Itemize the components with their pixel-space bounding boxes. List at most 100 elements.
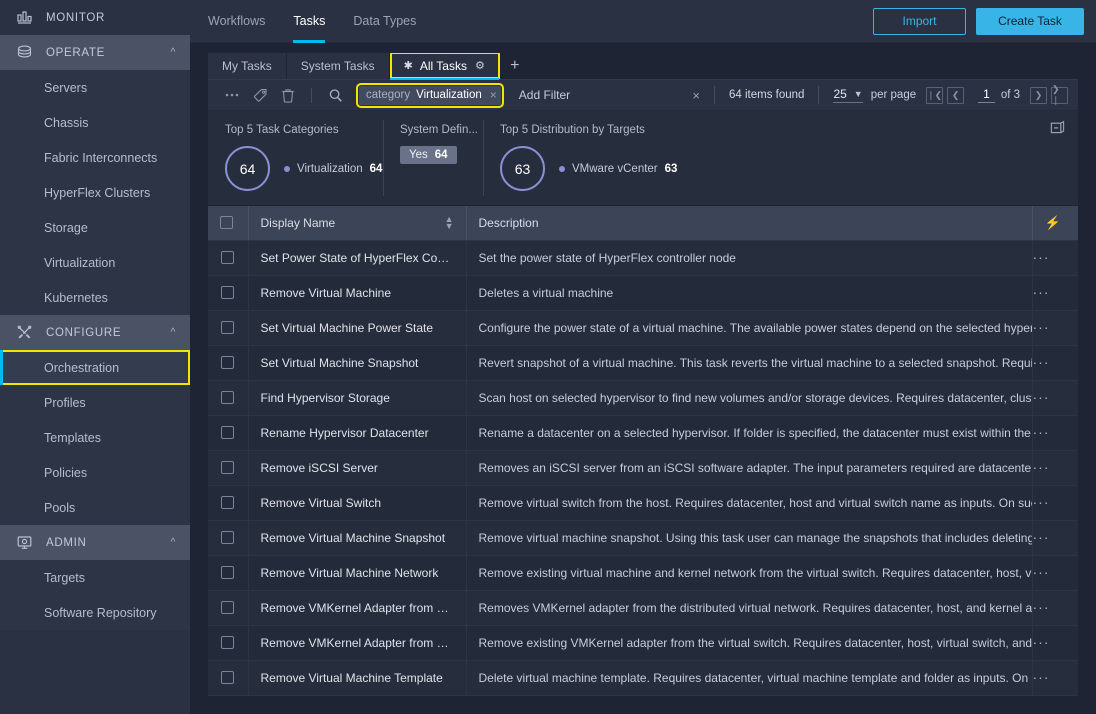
- row-checkbox[interactable]: [221, 461, 234, 474]
- row-checkbox[interactable]: [221, 356, 234, 369]
- table-row[interactable]: Remove Virtual Machine Snapshot Remove v…: [208, 520, 1078, 556]
- row-checkbox[interactable]: [221, 636, 234, 649]
- view-tab-all-tasks[interactable]: ✱ All Tasks ⚙: [389, 53, 500, 80]
- monitor-gear-icon: [14, 533, 34, 553]
- row-checkbox[interactable]: [221, 496, 234, 509]
- sidebar-item-profiles[interactable]: Profiles: [0, 385, 190, 420]
- view-tab-system-tasks[interactable]: System Tasks: [286, 53, 390, 79]
- import-button[interactable]: Import: [873, 7, 966, 35]
- prev-page-button[interactable]: ❮: [947, 86, 965, 104]
- sidebar-group-operate[interactable]: OPERATE ^: [0, 35, 190, 70]
- tab-workflows[interactable]: Workflows: [208, 0, 279, 43]
- sidebar-group-configure[interactable]: CONFIGURE ^: [0, 315, 190, 350]
- gear-icon[interactable]: ⚙: [475, 59, 485, 72]
- toolbar-divider-3: [818, 86, 820, 104]
- row-checkbox[interactable]: [221, 321, 234, 334]
- row-checkbox[interactable]: [221, 566, 234, 579]
- tag-icon[interactable]: [246, 80, 274, 111]
- table-row[interactable]: Remove Virtual Machine Template Delete v…: [208, 660, 1078, 696]
- sidebar-item-orchestration[interactable]: Orchestration: [0, 350, 190, 385]
- row-actions-button[interactable]: ···: [1033, 529, 1050, 545]
- sidebar-item-chassis[interactable]: Chassis: [0, 105, 190, 140]
- row-actions-button[interactable]: ···: [1033, 354, 1050, 370]
- table-toolbar: category Virtualization × Add Filter × 6…: [208, 80, 1078, 111]
- view-tab-my-tasks[interactable]: My Tasks: [208, 53, 287, 79]
- sidebar-item-storage[interactable]: Storage: [0, 210, 190, 245]
- row-checkbox[interactable]: [221, 426, 234, 439]
- create-task-button[interactable]: Create Task: [976, 7, 1084, 35]
- sidebar-item-label: Kubernetes: [44, 290, 108, 305]
- search-icon[interactable]: [321, 80, 349, 111]
- row-checkbox[interactable]: [221, 391, 234, 404]
- row-actions-cell: ···: [1031, 450, 1078, 486]
- row-actions-button[interactable]: ···: [1033, 564, 1050, 580]
- more-options-icon[interactable]: [218, 80, 246, 111]
- sidebar-item-label: Policies: [44, 465, 88, 480]
- row-actions-button[interactable]: ···: [1033, 424, 1050, 440]
- table-row[interactable]: Remove iSCSI Server Removes an iSCSI ser…: [208, 450, 1078, 486]
- current-page-input[interactable]: 1: [978, 87, 995, 103]
- table-row[interactable]: Rename Hypervisor Datacenter Rename a da…: [208, 415, 1078, 451]
- sidebar-item-virtualization[interactable]: Virtualization: [0, 245, 190, 280]
- next-page-button[interactable]: ❯: [1030, 86, 1047, 104]
- column-header-display-name[interactable]: Display Name ▲ ▼: [248, 206, 467, 241]
- first-page-button[interactable]: ❘❮: [926, 86, 944, 104]
- sidebar-item-servers[interactable]: Servers: [0, 70, 190, 105]
- row-checkbox[interactable]: [221, 286, 234, 299]
- select-all-checkbox[interactable]: [220, 216, 233, 230]
- sidebar-item-software-repository[interactable]: Software Repository: [0, 595, 190, 630]
- tab-data-types[interactable]: Data Types: [339, 0, 430, 43]
- filter-chip-remove-icon[interactable]: ×: [490, 88, 497, 102]
- row-actions-button[interactable]: ···: [1033, 249, 1050, 265]
- table-row[interactable]: Set Power State of HyperFlex Controller …: [208, 240, 1078, 276]
- trash-icon[interactable]: [274, 80, 302, 111]
- sidebar-item-targets[interactable]: Targets: [0, 560, 190, 595]
- filter-chip-value: Virtualization: [416, 89, 482, 101]
- table-row[interactable]: Remove Virtual Switch Remove virtual swi…: [208, 485, 1078, 521]
- row-checkbox[interactable]: [221, 251, 234, 264]
- row-checkbox[interactable]: [221, 531, 234, 544]
- sidebar-item-fabric-interconnects[interactable]: Fabric Interconnects: [0, 140, 190, 175]
- table-row[interactable]: Set Virtual Machine Snapshot Revert snap…: [208, 345, 1078, 381]
- page-size-select[interactable]: 25 ▼: [833, 87, 863, 103]
- sidebar-group-monitor[interactable]: MONITOR: [0, 0, 190, 35]
- row-select-cell: [208, 625, 249, 661]
- row-actions-button[interactable]: ···: [1033, 599, 1050, 615]
- row-actions-button[interactable]: ···: [1033, 284, 1050, 300]
- sidebar-item-label: Virtualization: [44, 255, 116, 270]
- sort-icon[interactable]: ▲ ▼: [445, 214, 454, 230]
- table-row[interactable]: Find Hypervisor Storage Scan host on sel…: [208, 380, 1078, 416]
- collapse-panel-icon[interactable]: [1050, 120, 1065, 135]
- row-checkbox[interactable]: [221, 671, 234, 684]
- table-row[interactable]: Remove Virtual Machine Deletes a virtual…: [208, 275, 1078, 311]
- legend-item: Virtualization 64: [284, 163, 382, 175]
- cell-display-name: Remove Virtual Machine Snapshot: [248, 520, 467, 556]
- row-checkbox[interactable]: [221, 601, 234, 614]
- row-actions-button[interactable]: ···: [1033, 459, 1050, 475]
- cell-description: Set the power state of HyperFlex control…: [466, 240, 1032, 276]
- sidebar-group-admin[interactable]: ADMIN ^: [0, 525, 190, 560]
- row-actions-button[interactable]: ···: [1033, 319, 1050, 335]
- sidebar-item-policies[interactable]: Policies: [0, 455, 190, 490]
- sidebar-item-kubernetes[interactable]: Kubernetes: [0, 280, 190, 315]
- add-filter-button[interactable]: Add Filter: [519, 88, 570, 102]
- tab-tasks[interactable]: Tasks: [279, 0, 339, 43]
- row-actions-button[interactable]: ···: [1033, 634, 1050, 650]
- sidebar-item-templates[interactable]: Templates: [0, 420, 190, 455]
- sidebar-item-pools[interactable]: Pools: [0, 490, 190, 525]
- add-view-tab-button[interactable]: +: [500, 53, 530, 79]
- table-row[interactable]: Remove Virtual Machine Network Remove ex…: [208, 555, 1078, 591]
- sidebar-item-hyperflex-clusters[interactable]: HyperFlex Clusters: [0, 175, 190, 210]
- clear-filters-button[interactable]: ×: [678, 88, 714, 103]
- row-actions-button[interactable]: ···: [1033, 389, 1050, 405]
- table-row[interactable]: Set Virtual Machine Power State Configur…: [208, 310, 1078, 346]
- last-page-button[interactable]: ❯❘: [1051, 84, 1068, 105]
- row-actions-button[interactable]: ···: [1033, 669, 1050, 685]
- view-tab-label: System Tasks: [300, 58, 375, 73]
- table-row[interactable]: Remove VMKernel Adapter from Virtual S..…: [208, 625, 1078, 661]
- table-row[interactable]: Remove VMKernel Adapter from Distribut..…: [208, 590, 1078, 626]
- cell-description: Remove existing VMKernel adapter from th…: [466, 625, 1032, 661]
- filter-chip-category[interactable]: category Virtualization ×: [356, 82, 504, 108]
- cell-display-name: Remove Virtual Machine Network: [248, 555, 467, 591]
- row-actions-button[interactable]: ···: [1033, 494, 1050, 510]
